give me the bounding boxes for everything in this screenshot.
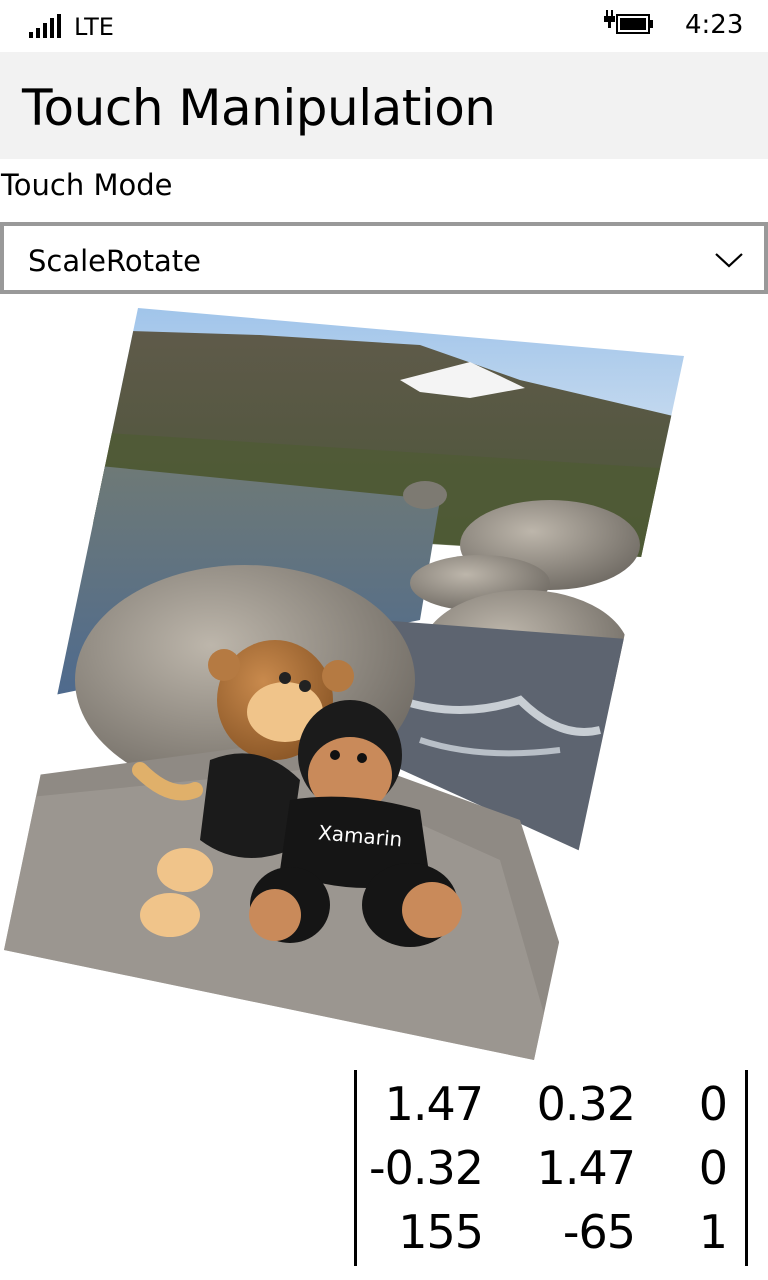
page-title: Touch Manipulation <box>22 79 496 137</box>
matrix-cell: 155 <box>398 1205 484 1259</box>
matrix-cell: 0 <box>698 1141 728 1195</box>
chevron-down-icon <box>715 253 743 268</box>
matrix-cell: 1 <box>698 1205 728 1259</box>
battery-charging-icon <box>604 10 653 34</box>
touch-mode-label: Touch Mode <box>1 168 173 202</box>
matrix-cell: -65 <box>562 1205 636 1259</box>
touch-mode-selected-value: ScaleRotate <box>28 244 201 278</box>
matrix-cell: 0 <box>698 1077 728 1131</box>
matrix-cell: 0.32 <box>536 1077 636 1131</box>
manipulated-photo[interactable]: Xamarin <box>0 300 768 1070</box>
status-time: 4:23 <box>685 10 744 40</box>
status-bar: LTE 4:23 <box>0 0 768 52</box>
matrix-cell: 1.47 <box>536 1141 636 1195</box>
signal-strength-icon <box>29 14 61 38</box>
transform-matrix: 1.47 0.32 0 -0.32 1.47 0 155 -65 1 <box>354 1070 748 1266</box>
touch-mode-dropdown[interactable]: ScaleRotate <box>0 222 768 294</box>
matrix-cell: 1.47 <box>384 1077 484 1131</box>
photo-image: Xamarin <box>4 308 684 1060</box>
network-type: LTE <box>74 13 114 41</box>
matrix-cell: -0.32 <box>368 1141 484 1195</box>
